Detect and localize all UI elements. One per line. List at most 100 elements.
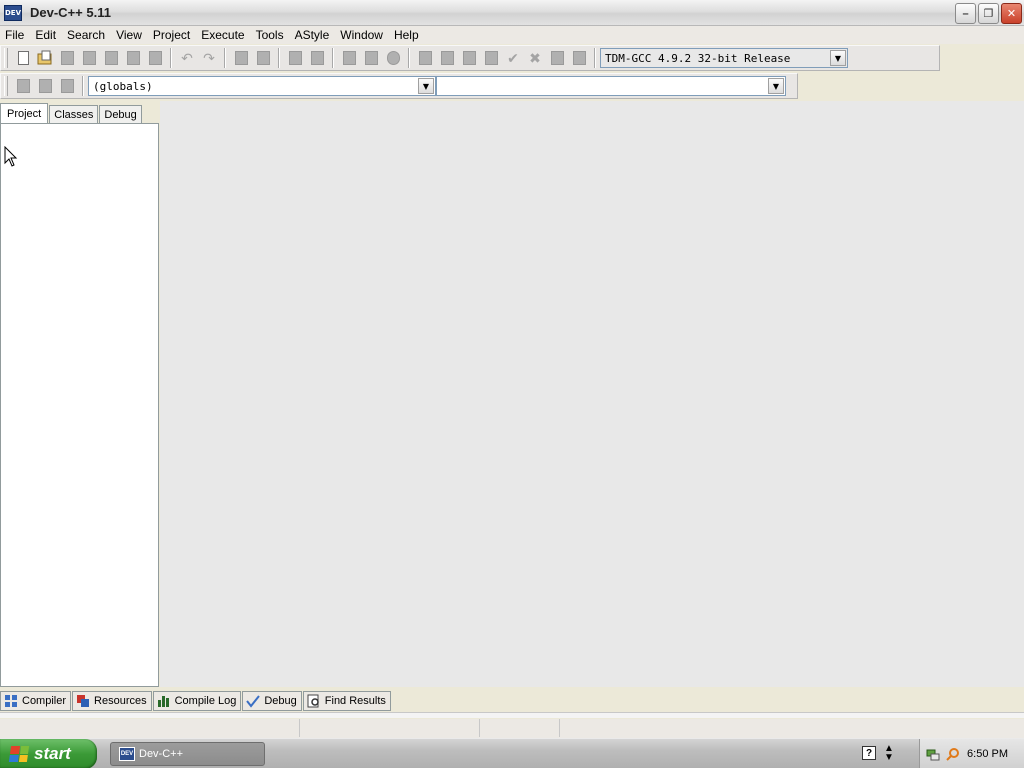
editor-area[interactable] xyxy=(160,101,1024,687)
scope-select[interactable]: (globals) ▼ xyxy=(88,76,436,96)
status-cell xyxy=(480,719,560,737)
replace-icon xyxy=(256,51,270,65)
toolbar-separator xyxy=(278,48,280,68)
tab-find-results-label: Find Results xyxy=(324,695,386,707)
tab-debug[interactable]: Debug xyxy=(99,105,142,123)
menu-edit[interactable]: Edit xyxy=(30,28,62,42)
bookmark-icon xyxy=(38,79,52,93)
tab-classes[interactable]: Classes xyxy=(49,105,99,123)
devcpp-task-icon: DEV xyxy=(119,747,135,761)
close-button[interactable]: ✕ xyxy=(1001,3,1022,24)
compiler-select-value: TDM-GCC 4.9.2 32-bit Release xyxy=(605,51,791,65)
toggle-bookmark-button xyxy=(34,76,56,96)
rebuild-all-button xyxy=(480,48,502,68)
print-icon xyxy=(148,51,162,65)
chevron-down-icon[interactable]: ▼ xyxy=(768,78,784,94)
delete-profile-button xyxy=(568,48,590,68)
title-bar: DEV Dev-C++ 5.11 – ❐ ✕ xyxy=(0,0,1024,26)
status-cell xyxy=(0,719,300,737)
indent-icon xyxy=(342,51,356,65)
toolbar-separator xyxy=(332,48,334,68)
toolbar-separator xyxy=(224,48,226,68)
bar-chart-icon xyxy=(157,696,169,707)
compiler-select[interactable]: TDM-GCC 4.9.2 32-bit Release ▼ xyxy=(600,48,848,68)
tab-debug-label: Debug xyxy=(264,695,297,707)
panel-splitter[interactable] xyxy=(0,712,1024,718)
insert-icon xyxy=(16,79,30,93)
check-icon: ✔ xyxy=(507,49,519,66)
task-label: Dev-C++ xyxy=(139,748,184,760)
goto-icon xyxy=(288,51,302,65)
toolbar-grip[interactable] xyxy=(4,48,8,68)
redo-button: ↷ xyxy=(198,48,220,68)
project-panel[interactable] xyxy=(0,123,159,687)
goto-bookmark-icon xyxy=(60,79,74,93)
search-icon[interactable] xyxy=(946,747,960,761)
tray-arrows-icon[interactable]: ▲ ▼ xyxy=(884,744,894,763)
run-button xyxy=(436,48,458,68)
tab-compiler[interactable]: Compiler xyxy=(0,691,72,711)
resources-icon xyxy=(77,695,90,707)
tab-compile-log-label: Compile Log xyxy=(174,695,237,707)
left-panel-tabs: Project Classes Debug xyxy=(0,103,143,123)
find-results-icon xyxy=(307,694,319,708)
open-folder-icon xyxy=(37,50,52,65)
comment-icon xyxy=(386,51,400,65)
window-title: Dev-C++ 5.11 xyxy=(30,5,111,20)
close-all-icon xyxy=(126,51,140,65)
compiler-grid-icon xyxy=(5,695,17,707)
menu-file[interactable]: File xyxy=(0,28,30,42)
tab-debug-output[interactable]: Debug xyxy=(242,691,302,711)
chevron-down-icon[interactable]: ▼ xyxy=(830,50,846,66)
checkmark-icon xyxy=(246,695,261,708)
toolbar-grip[interactable] xyxy=(4,76,8,96)
toolbar-separator xyxy=(170,48,172,68)
menu-bar: File Edit Search View Project Execute To… xyxy=(0,26,1024,44)
start-button[interactable]: start xyxy=(0,739,97,768)
taskbar: start DEV Dev-C++ ? ▲ ▼ 6:50 PM xyxy=(0,738,1024,768)
restore-button[interactable]: ❐ xyxy=(978,3,999,24)
tab-compile-log[interactable]: Compile Log xyxy=(152,691,242,711)
run-icon xyxy=(440,51,454,65)
help-icon[interactable]: ? xyxy=(862,746,876,760)
menu-execute[interactable]: Execute xyxy=(196,28,250,42)
pointer-icon xyxy=(4,146,18,167)
open-file-button[interactable] xyxy=(34,48,56,68)
minimize-button[interactable]: – xyxy=(955,3,976,24)
new-file-button[interactable] xyxy=(12,48,34,68)
menu-window[interactable]: Window xyxy=(335,28,389,42)
menu-search[interactable]: Search xyxy=(62,28,111,42)
start-label: start xyxy=(34,744,71,763)
stop-icon: ✖ xyxy=(529,49,541,66)
goto-button xyxy=(284,48,306,68)
compile-icon xyxy=(418,51,432,65)
menu-tools[interactable]: Tools xyxy=(251,28,290,42)
tab-project[interactable]: Project xyxy=(0,103,49,123)
tab-find-results[interactable]: Find Results xyxy=(302,691,391,711)
save-icon xyxy=(60,51,74,65)
tab-resources[interactable]: Resources xyxy=(72,691,152,711)
function-select[interactable]: ▼ xyxy=(436,76,786,96)
menu-project[interactable]: Project xyxy=(148,28,196,42)
taskbar-devcpp-button[interactable]: DEV Dev-C++ xyxy=(110,742,265,766)
rebuild-icon xyxy=(484,51,498,65)
close-all-button xyxy=(122,48,144,68)
system-tray: 6:50 PM xyxy=(919,739,1024,768)
goto-line-icon xyxy=(310,51,324,65)
network-icon[interactable] xyxy=(926,747,940,761)
chevron-down-icon[interactable]: ▼ xyxy=(418,78,434,94)
class-toolbar: (globals) ▼ ▼ xyxy=(0,73,798,99)
delete-profile-icon xyxy=(572,51,586,65)
bottom-tabs: Compiler Resources Compile Log Debug Fin… xyxy=(0,691,392,711)
status-bar xyxy=(0,719,1024,739)
menu-view[interactable]: View xyxy=(111,28,148,42)
clock[interactable]: 6:50 PM xyxy=(967,748,1008,760)
indent-button xyxy=(338,48,360,68)
print-button xyxy=(144,48,166,68)
windows-logo-icon xyxy=(8,746,30,762)
profile-icon xyxy=(550,51,564,65)
main-toolbar: ↶ ↷ ✔ ✖ TDM-GCC 4.9.2 32-bit Release ▼ xyxy=(0,45,940,71)
menu-help[interactable]: Help xyxy=(389,28,425,42)
close-file-icon xyxy=(104,51,118,65)
menu-astyle[interactable]: AStyle xyxy=(290,28,336,42)
